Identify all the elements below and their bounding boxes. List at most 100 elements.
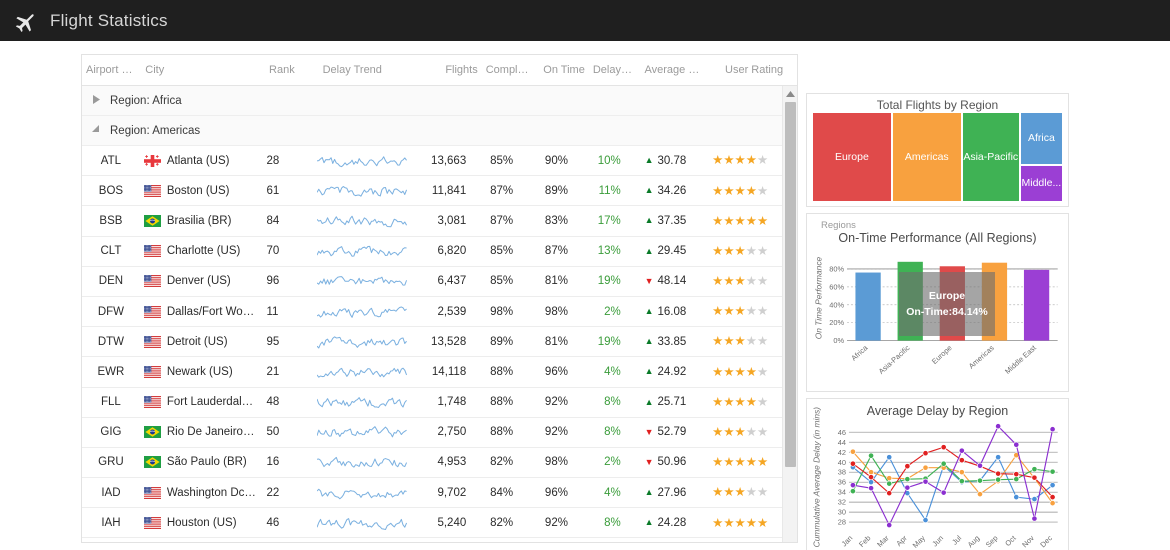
star-filled-icon: ★ <box>723 214 735 228</box>
svg-text:40%: 40% <box>829 300 844 309</box>
column-header-flights[interactable]: Flights <box>419 64 482 76</box>
average-delay-value: 27.96 <box>657 486 687 499</box>
column-header-airport-code[interactable]: Airport Code <box>82 64 141 76</box>
average-delay-value: 52.79 <box>657 426 687 439</box>
user-rating-stars: ★★★★★ <box>712 275 768 288</box>
star-empty-icon: ★ <box>756 305 769 318</box>
scroll-up-arrow-icon[interactable] <box>783 86 797 101</box>
star-filled-icon: ★ <box>756 456 769 469</box>
star-filled-icon: ★ <box>723 184 735 198</box>
treemap-chart[interactable]: Europe Americas Asia-Pacific Africa Middle..… <box>813 113 1063 201</box>
star-filled-icon: ★ <box>723 456 735 469</box>
grid-data-row[interactable]: BOS Boston (US) 61 11,841 87% 89% 11% ▲ 34.26 ★★★… <box>82 176 782 207</box>
scrollbar-thumb[interactable] <box>785 102 796 467</box>
column-header-average-delay[interactable]: Average Dela... <box>641 64 712 76</box>
star-filled-icon: ★ <box>723 395 735 409</box>
grid-data-row[interactable]: IAH Houston (US) 46 5,240 82% 92% 8% ▲ 24.28 ★★★★… <box>82 508 782 539</box>
grid-group-row[interactable]: Region: Africa <box>82 86 782 116</box>
grid-group-row[interactable]: Region: Americas <box>82 116 782 146</box>
cell-on-time: 89% <box>544 184 568 197</box>
data-point <box>940 444 947 451</box>
grid-data-row[interactable]: DEN Denver (US) 96 6,437 85% 81% 19% ▼ 48.14 ★★★★… <box>82 266 782 297</box>
column-header-delayed[interactable]: Delayed* <box>589 64 641 76</box>
star-filled-icon: ★ <box>712 305 724 318</box>
grid-data-row[interactable]: DTW Detroit (US) 95 13,528 89% 81% 19% ▲ 33.85 ★★… <box>82 327 782 358</box>
delay-trend-sparkline <box>316 488 407 499</box>
svg-text:34: 34 <box>838 488 846 497</box>
delay-trend-sparkline <box>316 397 407 409</box>
star-filled-icon: ★ <box>734 456 746 469</box>
column-header-city[interactable]: City <box>141 64 265 76</box>
star-empty-icon: ★ <box>745 335 757 348</box>
expand-triangle-icon[interactable] <box>92 94 104 107</box>
cell-flights: 6,820 <box>437 245 467 258</box>
cell-delayed: 17% <box>597 214 621 227</box>
on-time-performance-panel: Regions On-Time Performance (All Regions… <box>806 213 1069 392</box>
column-header-rank[interactable]: Rank <box>265 64 319 76</box>
grid-data-row[interactable]: EWR Newark (US) 21 14,118 88% 96% 4% ▲ 24.92 ★★★★… <box>82 357 782 388</box>
flag-br-icon <box>143 426 161 439</box>
star-filled-icon: ★ <box>745 154 757 167</box>
grid-data-row[interactable]: BSB Brasilia (BR) 84 3,081 87% 83% 17% ▲ 37.35 ★★… <box>82 206 782 237</box>
star-filled-icon: ★ <box>712 456 724 469</box>
collapse-triangle-icon[interactable] <box>92 124 104 137</box>
star-filled-icon: ★ <box>723 426 735 439</box>
grid-data-row[interactable]: GIG Rio De Janeiro (BR) 50 2,750 88% 92% 8% ▼52… <box>82 417 782 448</box>
cell-city: Charlotte (US) <box>140 245 261 258</box>
column-header-on-time[interactable]: On Time <box>535 64 589 76</box>
grid-data-row[interactable]: CLT Charlotte (US) 70 6,820 85% 87% 13% ▲ 29.45 ★… <box>82 236 782 267</box>
delay-trend-sparkline <box>316 246 407 257</box>
line-chart[interactable]: Cummulative Average Delay (in mins) 28303… <box>807 399 1068 550</box>
grid-data-row[interactable]: DFW Dallas/Fort Worth... 11 2,539 98% 98% 2% ▲ 1… <box>82 296 782 328</box>
data-point <box>995 423 1002 430</box>
cell-completed: 82% <box>490 456 514 469</box>
grid-data-row[interactable]: ATL Atlanta (US) 28 13,663 85% 90% 10% ▲ 30.78 ★★… <box>82 146 782 177</box>
cell-delay-trend <box>313 391 411 413</box>
cell-delay-trend <box>313 482 411 504</box>
data-point <box>958 469 965 476</box>
user-rating-stars: ★★★★★ <box>712 245 768 258</box>
cell-delayed: 10% <box>597 154 621 167</box>
data-point <box>995 454 1002 461</box>
treemap-cell-africa[interactable]: Africa <box>1020 113 1063 164</box>
cell-city: Newark (US) <box>140 365 261 378</box>
cell-flights: 9,702 <box>437 486 467 499</box>
star-filled-icon: ★ <box>712 365 724 379</box>
star-filled-icon: ★ <box>734 184 746 198</box>
star-filled-icon: ★ <box>745 456 757 469</box>
treemap-cell-americas[interactable]: Americas <box>892 113 961 201</box>
column-header-user-rating[interactable]: User Rating <box>711 64 797 76</box>
grid-vertical-scrollbar[interactable] <box>782 86 797 542</box>
star-filled-icon: ★ <box>734 486 746 499</box>
user-rating-stars: ★★★★★ <box>712 366 768 379</box>
user-rating-stars: ★★★★★ <box>712 185 768 198</box>
average-delay-by-region-panel: Average Delay by Region Cummulative Aver… <box>806 398 1069 550</box>
star-filled-icon: ★ <box>712 335 724 348</box>
data-point <box>1013 494 1020 501</box>
column-header-completed[interactable]: Complet... <box>482 64 536 76</box>
cell-delayed: 19% <box>597 335 621 348</box>
svg-text:Jan: Jan <box>840 534 855 549</box>
grid-data-row[interactable]: FLL Fort Lauderdale ... 48 1,748 88% 92% 8% ▲ 25… <box>82 387 782 418</box>
cell-rank: 46 <box>266 516 280 529</box>
grid-data-row[interactable]: IAD Washington Dc ... 22 9,702 84% 96% 4% ▲ 27.9… <box>82 478 782 509</box>
cell-city: Dallas/Fort Worth... <box>140 305 261 318</box>
user-rating-stars: ★★★★★ <box>712 426 768 439</box>
star-filled-icon: ★ <box>723 486 735 499</box>
svg-text:Aug: Aug <box>966 534 982 550</box>
cell-airport-code: DFW <box>97 305 125 318</box>
star-filled-icon: ★ <box>723 275 735 288</box>
line-series-americas <box>852 451 1054 504</box>
treemap-cell-middle[interactable]: Middle... <box>1020 165 1063 201</box>
data-point <box>976 462 983 469</box>
average-delay-value: 29.45 <box>657 245 687 258</box>
user-rating-stars: ★★★★★ <box>712 305 768 318</box>
grid-data-row[interactable]: GRU São Paulo (BR) 16 4,953 82% 98% 2% ▼ 50.96 ★★… <box>82 447 782 479</box>
column-header-delay-trend[interactable]: Delay Trend <box>319 64 419 76</box>
arrow-up-icon: ▲ <box>644 366 654 377</box>
cell-average-delay: ▲ 30.78 <box>629 155 699 167</box>
treemap-cell-europe[interactable]: Europe <box>813 113 891 201</box>
treemap-cell-asia-pacific[interactable]: Asia-Pacific <box>962 113 1019 201</box>
cell-flights: 2,750 <box>437 426 467 439</box>
flag-ge-icon <box>143 154 161 167</box>
